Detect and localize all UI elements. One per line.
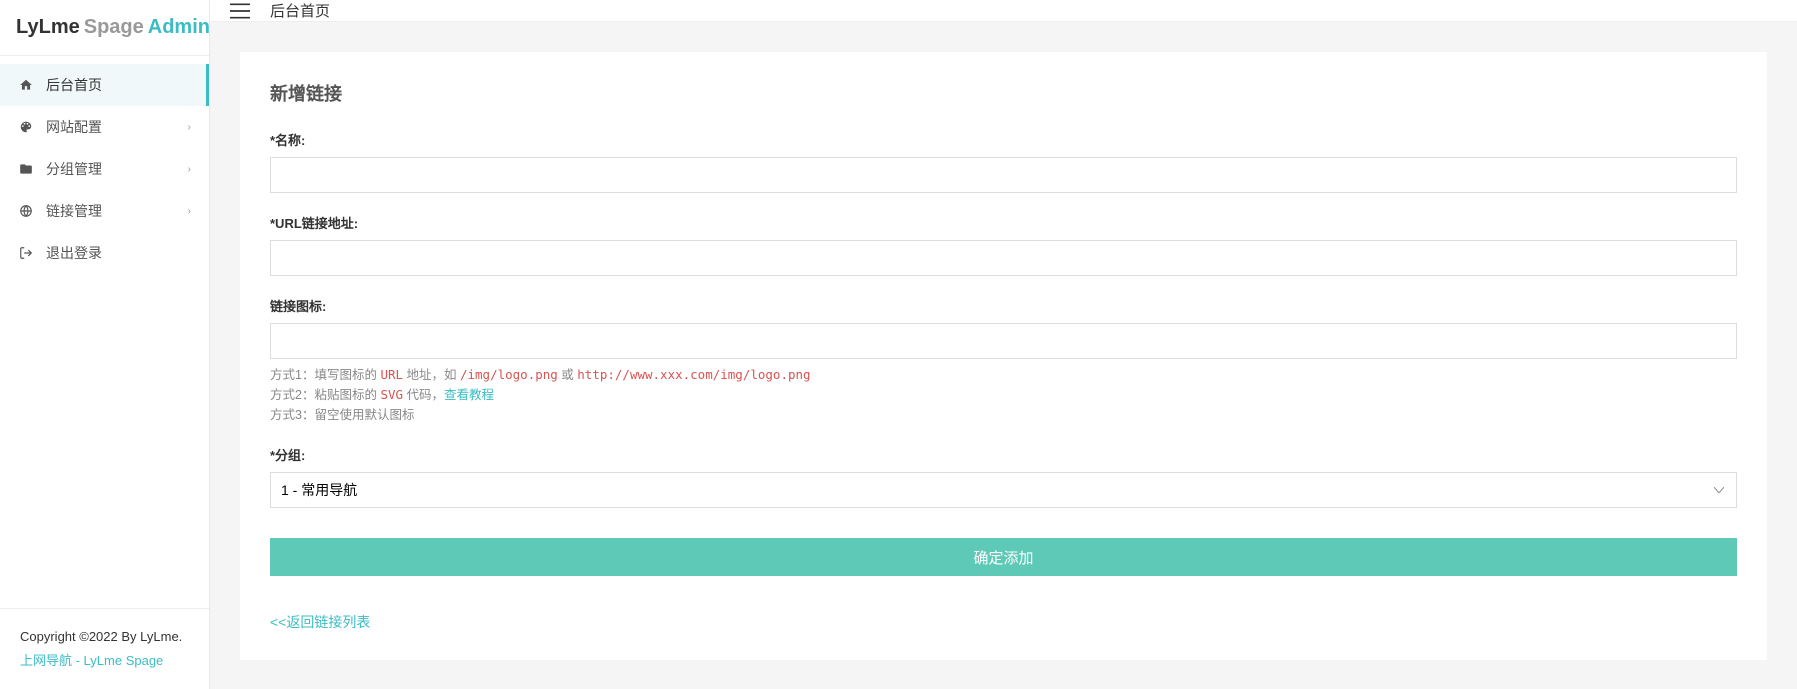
form-group-url: *URL链接地址:: [270, 213, 1737, 276]
hint-line-1: 方式1：填写图标的 URL 地址，如 /img/logo.png 或 http:…: [270, 365, 1737, 385]
sidebar-item-link-manage[interactable]: 链接管理 ›: [0, 190, 209, 232]
copyright-text: Copyright ©2022 By LyLme.: [20, 629, 189, 644]
logo: LyLme Spage Admin: [0, 0, 209, 56]
topbar: 后台首页: [210, 0, 1797, 22]
logo-part3: Admin: [148, 16, 210, 39]
palette-icon: [18, 119, 34, 135]
sidebar-item-logout[interactable]: 退出登录: [0, 232, 209, 274]
group-label: *分组:: [270, 445, 1737, 464]
form-group-name: *名称:: [270, 130, 1737, 193]
sidebar-item-home[interactable]: 后台首页: [0, 64, 209, 106]
name-input[interactable]: [270, 157, 1737, 193]
breadcrumb: 后台首页: [270, 0, 330, 21]
icon-hint: 方式1：填写图标的 URL 地址，如 /img/logo.png 或 http:…: [270, 365, 1737, 425]
tutorial-link[interactable]: 查看教程: [444, 388, 494, 402]
name-label: *名称:: [270, 130, 1737, 149]
logo-part1: LyLme: [16, 16, 80, 39]
form-card: 新增链接 *名称: *URL链接地址: 链接图标: 方式1：填写图标的 URL …: [240, 52, 1767, 660]
main: 后台首页 新增链接 *名称: *URL链接地址: 链接图标:: [210, 0, 1797, 689]
sidebar: LyLme Spage Admin 后台首页 网站配置 ›: [0, 0, 210, 689]
hint-line-3: 方式3：留空使用默认图标: [270, 405, 1737, 425]
sidebar-item-site-config[interactable]: 网站配置 ›: [0, 106, 209, 148]
icon-input[interactable]: [270, 323, 1737, 359]
logo-part2: Spage: [84, 16, 144, 39]
sidebar-footer: Copyright ©2022 By LyLme. 上网导航 - LyLme S…: [0, 608, 209, 689]
group-select[interactable]: 1 - 常用导航: [270, 472, 1737, 508]
chevron-right-icon: ›: [188, 164, 191, 175]
chevron-right-icon: ›: [188, 122, 191, 133]
sidebar-item-label: 分组管理: [46, 159, 188, 179]
back-link[interactable]: <<返回链接列表: [270, 612, 370, 632]
hamburger-icon[interactable]: [230, 3, 250, 19]
logout-icon: [18, 245, 34, 261]
icon-label: 链接图标:: [270, 296, 1737, 315]
url-label: *URL链接地址:: [270, 213, 1737, 232]
page-title: 新增链接: [270, 80, 1737, 106]
submit-button[interactable]: 确定添加: [270, 538, 1737, 576]
folder-icon: [18, 161, 34, 177]
sidebar-item-label: 后台首页: [46, 75, 191, 95]
sidebar-item-label: 网站配置: [46, 117, 188, 137]
hint-line-2: 方式2：粘贴图标的 SVG 代码，查看教程: [270, 385, 1737, 405]
chevron-right-icon: ›: [188, 206, 191, 217]
sidebar-item-label: 链接管理: [46, 201, 188, 221]
footer-link[interactable]: 上网导航 - LyLme Spage: [20, 650, 163, 669]
sidebar-item-label: 退出登录: [46, 243, 191, 263]
url-input[interactable]: [270, 240, 1737, 276]
home-icon: [18, 77, 34, 93]
globe-icon: [18, 203, 34, 219]
nav: 后台首页 网站配置 › 分组管理 › 链接管理: [0, 56, 209, 608]
content: 新增链接 *名称: *URL链接地址: 链接图标: 方式1：填写图标的 URL …: [210, 22, 1797, 689]
form-group-icon: 链接图标: 方式1：填写图标的 URL 地址，如 /img/logo.png 或…: [270, 296, 1737, 425]
sidebar-item-group-manage[interactable]: 分组管理 ›: [0, 148, 209, 190]
form-group-group: *分组: 1 - 常用导航: [270, 445, 1737, 508]
